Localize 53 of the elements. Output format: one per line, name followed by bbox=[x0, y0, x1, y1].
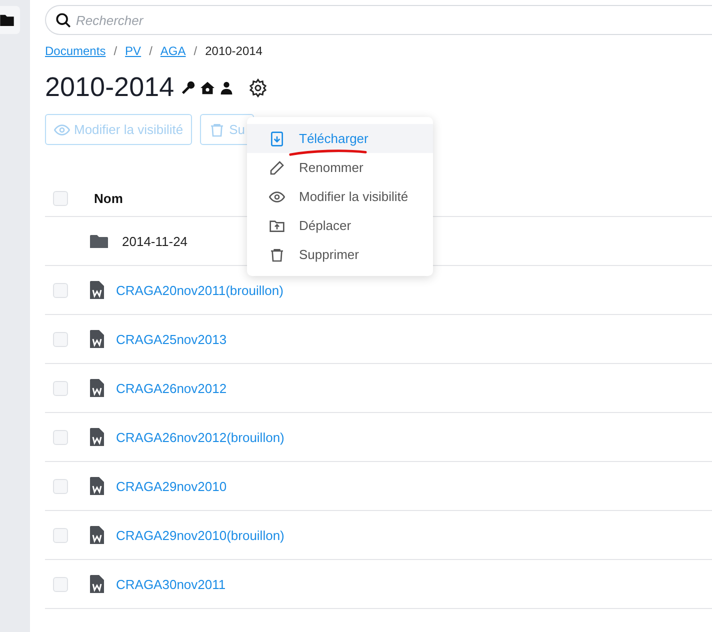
menu-item[interactable]: Supprimer bbox=[247, 240, 433, 269]
key-icon bbox=[182, 81, 196, 94]
trash-icon bbox=[269, 246, 285, 262]
file-link[interactable]: CRAGA30nov2011 bbox=[116, 576, 226, 592]
sidebar-item[interactable] bbox=[0, 6, 20, 34]
breadcrumb-separator: / bbox=[114, 44, 118, 58]
breadcrumb-separator: / bbox=[194, 44, 198, 58]
checkbox[interactable] bbox=[53, 190, 68, 206]
word-document-icon bbox=[90, 477, 104, 495]
folder-icon bbox=[0, 14, 14, 26]
pencil-icon bbox=[269, 160, 285, 176]
word-document-icon bbox=[90, 379, 104, 397]
file-link[interactable]: CRAGA25nov2013 bbox=[116, 332, 227, 346]
checkbox[interactable] bbox=[53, 380, 68, 396]
checkbox[interactable] bbox=[53, 576, 68, 592]
search-field[interactable]: Rechercher bbox=[45, 5, 712, 35]
trash-icon bbox=[209, 122, 226, 138]
menu-item[interactable]: Modifier la visibilité bbox=[247, 182, 433, 211]
folder-upload-icon bbox=[269, 218, 285, 234]
file-link[interactable]: CRAGA29nov2010 bbox=[116, 478, 227, 494]
eye-icon bbox=[54, 122, 70, 138]
word-document-icon bbox=[90, 330, 104, 348]
checkbox[interactable] bbox=[53, 528, 68, 542]
checkbox[interactable] bbox=[53, 332, 68, 346]
word-document-icon bbox=[90, 575, 104, 593]
breadcrumb-link[interactable]: PV bbox=[125, 44, 142, 58]
person-icon bbox=[220, 80, 234, 94]
checkbox[interactable] bbox=[53, 282, 68, 298]
menu-item[interactable]: Télécharger bbox=[247, 124, 433, 153]
eye-icon bbox=[269, 188, 285, 204]
menu-item[interactable]: Déplacer bbox=[247, 211, 433, 240]
checkbox[interactable] bbox=[53, 478, 68, 494]
checkbox[interactable] bbox=[53, 430, 68, 444]
file-link[interactable]: CRAGA20nov2011(brouillon) bbox=[116, 282, 284, 298]
word-document-icon bbox=[90, 526, 104, 544]
house-icon bbox=[200, 80, 216, 94]
menu-item[interactable]: Renommer bbox=[247, 153, 433, 182]
word-document-icon bbox=[90, 428, 104, 446]
file-link[interactable]: CRAGA26nov2012 bbox=[116, 380, 227, 396]
folder-name[interactable]: 2014-11-24 bbox=[122, 234, 188, 248]
word-document-icon bbox=[90, 281, 104, 299]
settings-icon[interactable] bbox=[248, 78, 268, 98]
breadcrumb-link[interactable]: AGA bbox=[160, 44, 186, 58]
download-file-icon bbox=[269, 130, 285, 146]
breadcrumb-current: 2010-2014 bbox=[205, 44, 262, 58]
page-title: 2010-2014 bbox=[45, 72, 174, 103]
breadcrumb-link[interactable]: Documents bbox=[45, 44, 106, 58]
breadcrumb-separator: / bbox=[149, 44, 152, 58]
file-link[interactable]: CRAGA26nov2012(brouillon) bbox=[116, 430, 284, 444]
file-link[interactable]: CRAGA29nov2010(brouillon) bbox=[116, 528, 284, 542]
column-header: Nom bbox=[94, 190, 123, 206]
folder-icon bbox=[90, 234, 108, 248]
search-icon bbox=[55, 12, 72, 29]
